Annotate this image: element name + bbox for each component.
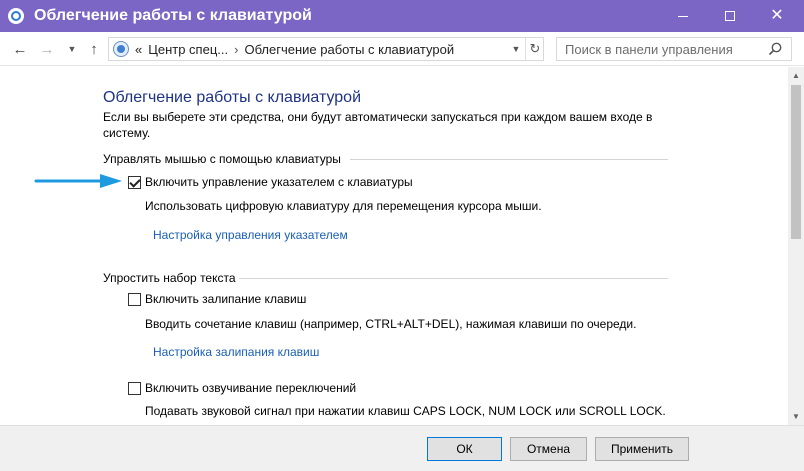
search-input[interactable] (565, 41, 765, 57)
section-heading-mouse-keys: Управлять мышью с помощью клавиатуры (103, 152, 341, 166)
cancel-button[interactable]: Отмена (510, 437, 587, 461)
toggle-keys-description: Подавать звуковой сигнал при нажатии кла… (145, 404, 666, 418)
sticky-keys-description: Вводить сочетание клавиш (например, CTRL… (145, 317, 637, 331)
search-box[interactable] (556, 37, 792, 61)
apply-button[interactable]: Применить (595, 437, 689, 461)
section-divider (239, 278, 668, 279)
sticky-keys-checkbox[interactable] (128, 292, 141, 306)
mouse-keys-settings-link[interactable]: Настройка управления указателем (153, 228, 348, 242)
intro-text: Если вы выберете эти средства, они будут… (103, 110, 653, 140)
chevron-up-icon: ▲ (792, 71, 800, 80)
mouse-keys-label[interactable]: Включить управление указателем с клавиат… (145, 175, 413, 189)
refresh-icon: ↻ (529, 41, 541, 56)
breadcrumb-current[interactable]: Облегчение работы с клавиатурой (244, 42, 454, 57)
address-bar[interactable]: « Центр спец... › Облегчение работы с кл… (108, 37, 544, 61)
pointer-arrow-icon (34, 174, 122, 188)
up-button[interactable]: ↑ (83, 38, 105, 60)
search-icon[interactable] (767, 41, 783, 57)
window-title: Облегчение работы с клавиатурой (34, 7, 312, 24)
scrollbar-thumb[interactable] (791, 85, 801, 239)
dialog-footer: ОК Отмена Применить (0, 425, 804, 471)
close-button[interactable]: ✕ (754, 0, 800, 32)
toggle-keys-label[interactable]: Включить озвучивание переключений (145, 381, 356, 395)
maximize-icon (725, 11, 735, 21)
up-arrow-icon: ↑ (90, 40, 98, 58)
main-content: Облегчение работы с клавиатурой Если вы … (0, 67, 788, 425)
forward-arrow-icon: → (39, 40, 55, 58)
scroll-down-button[interactable]: ▼ (788, 408, 804, 425)
title-bar: Облегчение работы с клавиатурой ✕ (0, 0, 804, 32)
mouse-keys-description: Использовать цифровую клавиатуру для пер… (145, 199, 542, 213)
toggle-keys-checkbox[interactable] (128, 381, 141, 395)
maximize-button[interactable] (707, 0, 753, 32)
toggle-keys-option[interactable]: Включить озвучивание переключений (128, 381, 356, 395)
mouse-keys-checkbox[interactable] (128, 175, 141, 189)
breadcrumb-overflow[interactable]: « (135, 42, 142, 57)
minimize-icon (678, 15, 688, 17)
address-dropdown-button[interactable]: ▼ (507, 38, 525, 60)
breadcrumb-ease-of-access-center[interactable]: Центр спец... (148, 42, 228, 57)
navigation-bar: ← → ▼ ↑ « Центр спец... › Облегчение раб… (0, 32, 804, 66)
scroll-up-button[interactable]: ▲ (788, 67, 804, 84)
vertical-scrollbar[interactable]: ▲ ▼ (788, 67, 804, 425)
sticky-keys-option[interactable]: Включить залипание клавиш (128, 292, 306, 306)
refresh-button[interactable]: ↻ (525, 38, 544, 60)
section-divider (350, 159, 668, 160)
back-button[interactable]: ← (9, 38, 31, 60)
ease-of-access-icon (8, 8, 24, 24)
forward-button[interactable]: → (36, 38, 58, 60)
back-arrow-icon: ← (12, 40, 28, 58)
chevron-down-icon: ▼ (67, 44, 77, 54)
close-icon: ✕ (770, 7, 784, 24)
sticky-keys-settings-link[interactable]: Настройка залипания клавиш (153, 345, 319, 359)
breadcrumb-separator[interactable]: › (234, 42, 238, 57)
control-panel-icon (113, 41, 129, 57)
sticky-keys-label[interactable]: Включить залипание клавиш (145, 292, 306, 306)
ok-button[interactable]: ОК (427, 437, 502, 461)
page-title: Облегчение работы с клавиатурой (103, 89, 361, 106)
minimize-button[interactable] (660, 0, 706, 32)
chevron-down-icon: ▼ (792, 412, 800, 421)
recent-locations-button[interactable]: ▼ (61, 38, 83, 60)
mouse-keys-option[interactable]: Включить управление указателем с клавиат… (128, 175, 413, 189)
section-heading-typing: Упростить набор текста (103, 271, 236, 285)
